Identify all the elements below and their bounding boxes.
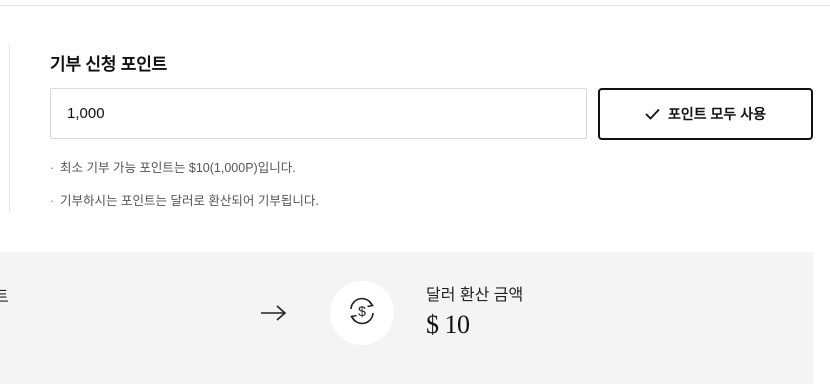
dollar-exchange-icon: $ [345, 294, 379, 333]
converted-amount-value: $ 10 [426, 310, 470, 339]
converted-amount-title: 달러 환산 금액 [426, 287, 524, 304]
section-left-rule [9, 45, 10, 212]
note-minimum-points: · 최소 기부 가능 포인트는 $10(1,000P)입니다. [50, 157, 296, 176]
use-all-points-button[interactable]: 포인트 모두 사용 [598, 88, 813, 140]
points-label-partial: 트 [0, 289, 9, 306]
bullet-dot: · [50, 194, 55, 208]
note-text: 기부하시는 포인트는 달러로 환산되어 기부됩니다. [60, 194, 319, 208]
top-divider [0, 5, 830, 6]
check-icon [645, 108, 660, 120]
svg-text:$: $ [358, 303, 366, 319]
note-text: 최소 기부 가능 포인트는 $10(1,000P)입니다. [60, 161, 296, 175]
conversion-panel [0, 252, 813, 384]
section-title: 기부 신청 포인트 [50, 55, 168, 74]
donation-points-input[interactable] [50, 88, 587, 139]
arrow-right-icon [258, 300, 288, 331]
bullet-dot: · [50, 161, 55, 175]
exchange-icon-circle: $ [330, 281, 394, 345]
note-conversion-info: · 기부하시는 포인트는 달러로 환산되어 기부됩니다. [50, 190, 319, 209]
use-all-points-label: 포인트 모두 사용 [668, 106, 766, 122]
